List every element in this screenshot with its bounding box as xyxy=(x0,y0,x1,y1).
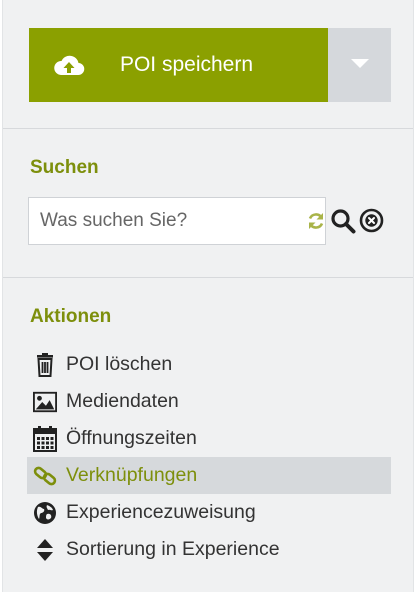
section-divider xyxy=(3,277,413,278)
save-button-group: POI speichern xyxy=(29,28,391,102)
save-dropdown-toggle[interactable] xyxy=(328,28,391,102)
globe-icon xyxy=(33,501,57,525)
action-label: Sortierung in Experience xyxy=(66,538,280,560)
cloud-upload-icon xyxy=(53,53,85,77)
action-label: POI löschen xyxy=(66,353,173,375)
section-divider xyxy=(3,128,413,129)
action-media-data[interactable]: Mediendaten xyxy=(27,383,391,420)
action-label: Mediendaten xyxy=(66,390,179,412)
search-icon[interactable] xyxy=(330,208,356,234)
sort-icon xyxy=(33,538,57,562)
trash-icon xyxy=(33,352,57,377)
action-label: Verknüpfungen xyxy=(66,464,198,486)
actions-list: POI löschen Mediendaten Öffnungszeiten V… xyxy=(27,346,391,568)
action-label: Experiencezuweisung xyxy=(66,501,256,523)
action-sorting-in-experience[interactable]: Sortierung in Experience xyxy=(27,531,391,568)
refresh-icon[interactable] xyxy=(306,211,326,231)
search-input[interactable] xyxy=(28,197,326,245)
calendar-icon xyxy=(33,425,57,452)
link-icon xyxy=(33,464,57,488)
actions-section-title: Aktionen xyxy=(30,306,112,327)
sidebar-panel: POI speichern Suchen Was suchen Sie? Akt… xyxy=(2,0,414,592)
image-icon xyxy=(33,390,57,414)
save-button-label: POI speichern xyxy=(119,53,254,76)
save-poi-button[interactable]: POI speichern xyxy=(29,28,328,102)
action-links[interactable]: Verknüpfungen xyxy=(27,457,391,494)
action-delete-poi[interactable]: POI löschen xyxy=(27,346,391,383)
action-label: Öffnungszeiten xyxy=(66,427,197,449)
caret-down-icon xyxy=(350,56,369,74)
clear-icon[interactable] xyxy=(359,208,384,233)
action-experience-assignment[interactable]: Experiencezuweisung xyxy=(27,494,391,531)
search-section-title: Suchen xyxy=(30,157,99,178)
action-opening-hours[interactable]: Öffnungszeiten xyxy=(27,420,391,457)
